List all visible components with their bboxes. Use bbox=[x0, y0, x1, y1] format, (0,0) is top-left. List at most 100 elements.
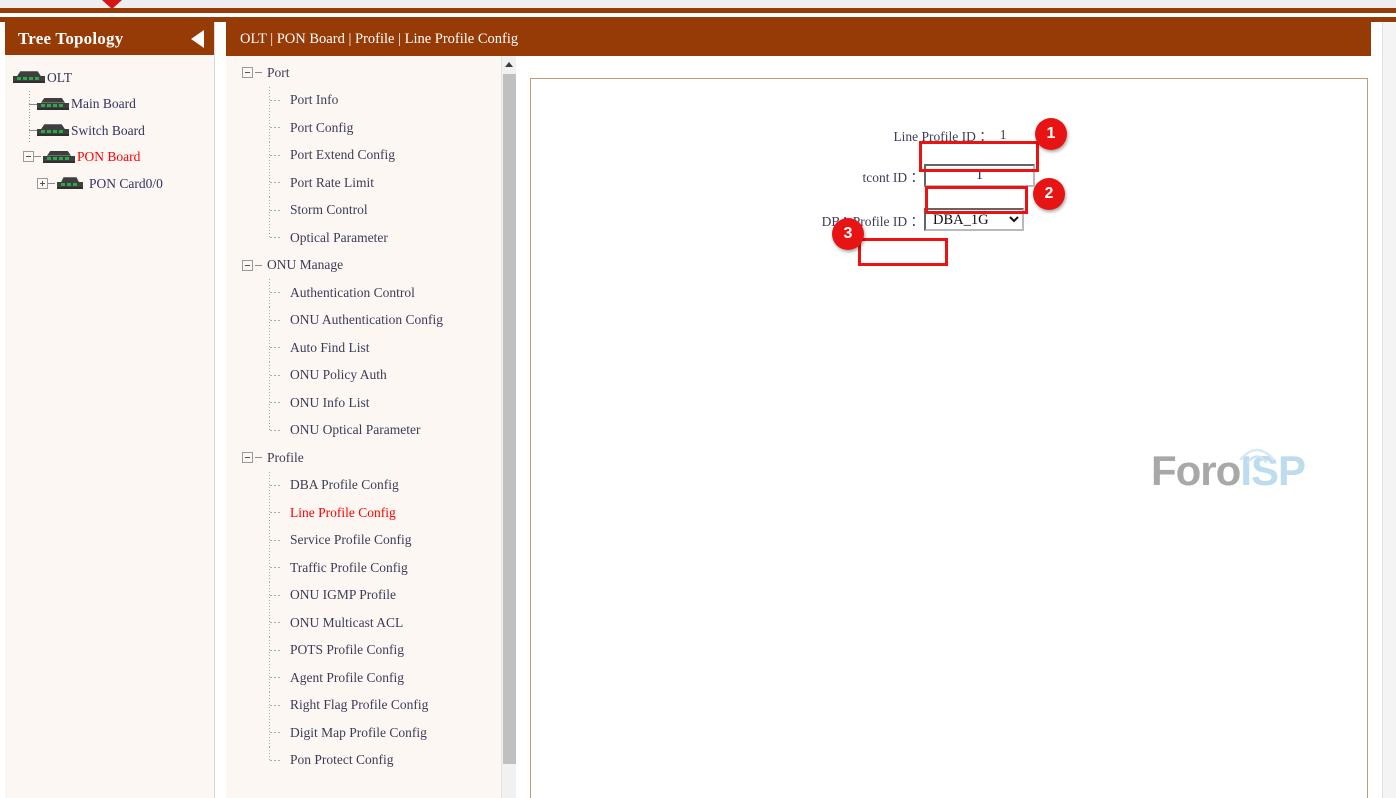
tree-connector bbox=[23, 117, 37, 144]
page-scrollbar[interactable] bbox=[1382, 22, 1396, 798]
watermark-text-primary: Foro bbox=[1151, 447, 1240, 494]
menu-connector bbox=[269, 389, 286, 417]
menu-item-label: Right Flag Profile Config bbox=[269, 697, 428, 713]
menu-connector bbox=[269, 224, 286, 252]
menu-item-label: DBA Profile Config bbox=[269, 477, 399, 493]
tree-topology-body: OLT Main Board Switch Board PON Board bbox=[5, 55, 214, 197]
menu-item-onu-optical-parameter[interactable]: ONU Optical Parameter bbox=[226, 417, 501, 445]
navigation-menu-list: Port Port Info Port Config Port Extend C… bbox=[226, 56, 501, 798]
tree-expand-plus-icon[interactable] bbox=[37, 178, 48, 189]
menu-item-label: ONU Authentication Config bbox=[269, 312, 443, 328]
menu-item-storm-control[interactable]: Storm Control bbox=[226, 197, 501, 225]
dba-profile-id-label: DBA Profile ID ： bbox=[803, 210, 924, 230]
menu-group-onu-manage[interactable]: ONU Manage bbox=[226, 252, 501, 280]
menu-connector bbox=[269, 334, 286, 362]
menu-item-onu-authentication-config[interactable]: ONU Authentication Config bbox=[226, 307, 501, 335]
annotation-badge-2: 2 bbox=[1033, 178, 1065, 210]
menu-item-onu-multicast-acl[interactable]: ONU Multicast ACL bbox=[226, 609, 501, 637]
menu-connector bbox=[269, 582, 286, 610]
caret-left-icon[interactable] bbox=[191, 30, 204, 48]
tree-connector bbox=[23, 91, 37, 118]
tree-node-switch-board[interactable]: Switch Board bbox=[5, 117, 214, 144]
menu-scrollbar[interactable] bbox=[501, 56, 516, 798]
menu-item-port-info[interactable]: Port Info bbox=[226, 87, 501, 115]
tree-node-main-board[interactable]: Main Board bbox=[5, 91, 214, 118]
menu-connector bbox=[269, 169, 286, 197]
menu-item-label: Agent Profile Config bbox=[269, 670, 404, 686]
menu-connector bbox=[269, 87, 286, 115]
menu-connector bbox=[269, 499, 286, 527]
annotation-badge-3: 3 bbox=[832, 218, 864, 250]
device-chassis-icon bbox=[13, 71, 45, 83]
menu-item-label: ONU IGMP Profile bbox=[269, 587, 396, 603]
menu-collapse-minus-icon[interactable] bbox=[242, 260, 253, 271]
dba-profile-id-select[interactable]: DBA_1G bbox=[924, 208, 1024, 231]
menu-connector bbox=[269, 609, 286, 637]
menu-item-label: Service Profile Config bbox=[269, 532, 411, 548]
tree-collapse-minus-icon[interactable] bbox=[23, 151, 34, 162]
menu-item-pots-profile-config[interactable]: POTS Profile Config bbox=[226, 637, 501, 665]
menu-collapse-minus-icon[interactable] bbox=[242, 452, 253, 463]
tcont-id-row: tcont ID ： bbox=[826, 164, 1035, 187]
scroll-up-arrow-icon[interactable] bbox=[502, 56, 516, 72]
tcont-id-input[interactable] bbox=[924, 164, 1035, 187]
menu-scrollbar-thumb[interactable] bbox=[503, 74, 516, 764]
menu-connector bbox=[269, 197, 286, 225]
menu-item-optical-parameter[interactable]: Optical Parameter bbox=[226, 224, 501, 252]
main-content-area: ForoISP Line Profile ID ： 1 tcont ID ： D… bbox=[516, 56, 1382, 798]
menu-item-right-flag-profile-config[interactable]: Right Flag Profile Config bbox=[226, 692, 501, 720]
annotation-badge-1: 1 bbox=[1035, 118, 1067, 150]
menu-item-label: ONU Optical Parameter bbox=[269, 422, 420, 438]
menu-item-agent-profile-config[interactable]: Agent Profile Config bbox=[226, 664, 501, 692]
menu-item-service-profile-config[interactable]: Service Profile Config bbox=[226, 527, 501, 555]
tree-node-pon-card[interactable]: PON Card0/0 bbox=[5, 170, 214, 197]
menu-connector bbox=[269, 554, 286, 582]
menu-item-digit-map-profile-config[interactable]: Digit Map Profile Config bbox=[226, 719, 501, 747]
menu-item-onu-policy-auth[interactable]: ONU Policy Auth bbox=[226, 362, 501, 390]
top-accent-strip bbox=[0, 0, 1396, 22]
menu-connector bbox=[269, 637, 286, 665]
menu-connector bbox=[269, 664, 286, 692]
menu-item-onu-info-list[interactable]: ONU Info List bbox=[226, 389, 501, 417]
menu-item-onu-igmp-profile[interactable]: ONU IGMP Profile bbox=[226, 582, 501, 610]
foroisp-watermark: ForoISP bbox=[1151, 447, 1311, 507]
tree-node-olt[interactable]: OLT bbox=[5, 64, 214, 91]
menu-connector bbox=[255, 265, 262, 266]
tree-topology-header: Tree Topology bbox=[5, 22, 214, 55]
menu-item-traffic-profile-config[interactable]: Traffic Profile Config bbox=[226, 554, 501, 582]
menu-connector bbox=[269, 279, 286, 307]
menu-item-label: Line Profile Config bbox=[269, 505, 396, 521]
device-chassis-icon bbox=[43, 151, 75, 163]
tcont-id-label: tcont ID ： bbox=[826, 166, 924, 186]
tree-topology-title: Tree Topology bbox=[18, 29, 123, 48]
menu-item-label: Authentication Control bbox=[269, 285, 415, 301]
menu-item-port-config[interactable]: Port Config bbox=[226, 114, 501, 142]
menu-item-port-rate-limit[interactable]: Port Rate Limit bbox=[226, 169, 501, 197]
red-marker-icon bbox=[102, 0, 122, 9]
menu-connector bbox=[269, 362, 286, 390]
menu-item-port-extend-config[interactable]: Port Extend Config bbox=[226, 142, 501, 170]
breadcrumb-text: OLT | PON Board | Profile | Line Profile… bbox=[240, 31, 518, 47]
tree-node-pon-board[interactable]: PON Board bbox=[5, 144, 214, 171]
menu-group-label: Port bbox=[267, 65, 290, 81]
menu-collapse-minus-icon[interactable] bbox=[242, 67, 253, 78]
menu-item-line-profile-config[interactable]: Line Profile Config bbox=[226, 499, 501, 527]
menu-item-label: Pon Protect Config bbox=[269, 752, 394, 768]
menu-item-dba-profile-config[interactable]: DBA Profile Config bbox=[226, 472, 501, 500]
tree-node-label: PON Board bbox=[76, 150, 140, 164]
menu-item-auto-find-list[interactable]: Auto Find List bbox=[226, 334, 501, 362]
menu-item-label: Optical Parameter bbox=[269, 230, 388, 246]
navigation-menu-panel: Port Port Info Port Config Port Extend C… bbox=[226, 56, 516, 798]
device-chassis-icon bbox=[57, 177, 83, 189]
menu-item-authentication-control[interactable]: Authentication Control bbox=[226, 279, 501, 307]
menu-connector bbox=[269, 692, 286, 720]
menu-group-port[interactable]: Port bbox=[226, 59, 501, 87]
menu-connector bbox=[269, 114, 286, 142]
menu-connector bbox=[269, 472, 286, 500]
menu-item-label: ONU Policy Auth bbox=[269, 367, 387, 383]
menu-item-pon-protect-config[interactable]: Pon Protect Config bbox=[226, 747, 501, 775]
wifi-arc-icon bbox=[1237, 443, 1277, 465]
menu-connector bbox=[269, 527, 286, 555]
menu-group-profile[interactable]: Profile bbox=[226, 444, 501, 472]
menu-connector bbox=[255, 72, 262, 73]
